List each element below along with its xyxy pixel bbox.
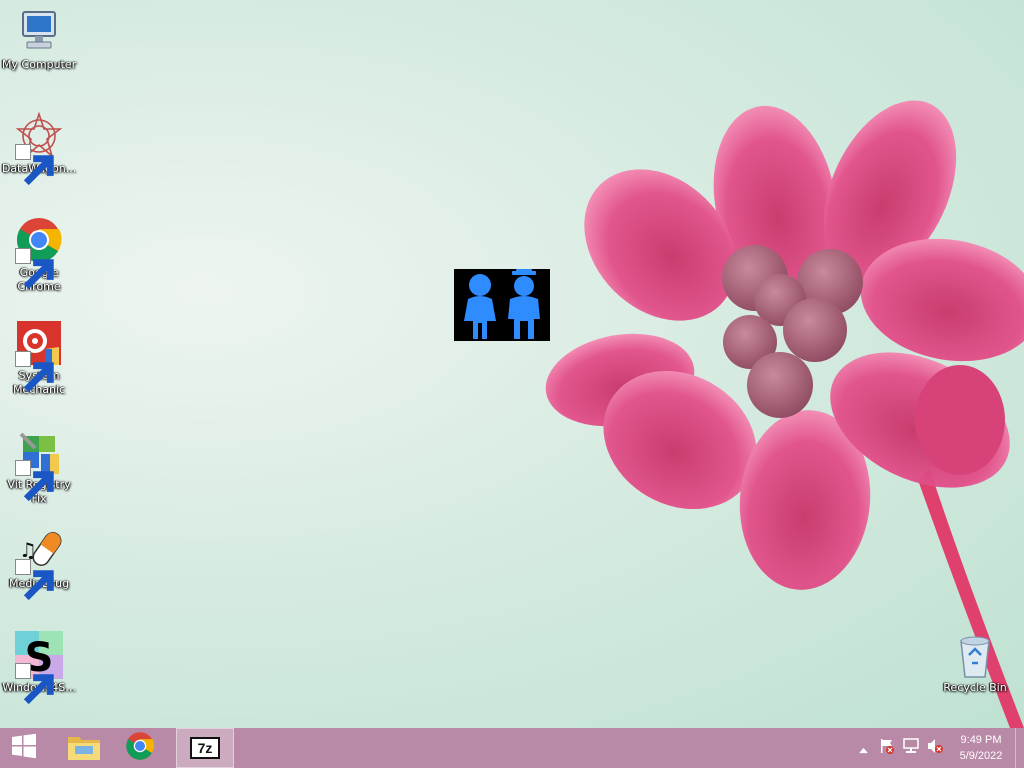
- desktop[interactable]: My Computer DataWagon... Google Chrome S…: [0, 0, 1024, 728]
- mediadrug-icon: ♫: [15, 527, 63, 601]
- taskbar-file-explorer-button[interactable]: [56, 728, 112, 768]
- desktop-icon-vit-registry-fix[interactable]: Vit Registry Fix: [0, 428, 78, 506]
- desktop-icon-recycle-bin[interactable]: Recycle Bin: [936, 631, 1014, 695]
- windows4s-icon: S: [15, 631, 63, 705]
- desktop-icon-google-chrome[interactable]: Google Chrome: [0, 216, 78, 294]
- datawagon-icon: [15, 112, 63, 186]
- computer-icon: [15, 8, 63, 56]
- taskbar-clock[interactable]: 9:49 PM 5/9/2022: [947, 732, 1015, 764]
- desktop-icon-datawagon[interactable]: DataWagon...: [0, 112, 78, 186]
- shortcut-arrow-icon: [15, 663, 54, 705]
- desktop-icon-my-computer[interactable]: My Computer: [0, 8, 78, 72]
- 7zip-icon: 7z: [190, 737, 220, 759]
- shortcut-arrow-icon: [15, 460, 54, 502]
- shortcut-arrow-icon: [15, 248, 54, 290]
- desktop-icon-system-mechanic[interactable]: System Mechanic: [0, 319, 78, 397]
- action-center-flag-icon: [879, 738, 895, 758]
- tray-network[interactable]: [899, 728, 923, 768]
- system-mechanic-icon: [15, 319, 63, 393]
- tray-overflow-button[interactable]: [851, 728, 875, 768]
- file-explorer-icon: [67, 731, 101, 765]
- recycle-bin-icon: [951, 631, 999, 679]
- start-button[interactable]: [0, 728, 48, 768]
- taskbar: 7z 9:49 PM 5/9/2022: [0, 728, 1024, 768]
- volume-muted-icon: [927, 738, 943, 758]
- two-people-logo[interactable]: [454, 269, 550, 341]
- tray-action-center[interactable]: [875, 728, 899, 768]
- tray-volume[interactable]: [923, 728, 947, 768]
- clock-date: 5/9/2022: [959, 750, 1003, 762]
- taskbar-chrome-button[interactable]: [112, 728, 168, 768]
- network-icon: [903, 738, 919, 758]
- shortcut-arrow-icon: [15, 144, 54, 186]
- clock-time: 9:49 PM: [960, 734, 1002, 746]
- chrome-icon: [15, 216, 63, 290]
- desktop-icon-windows4s[interactable]: S Windows4S...: [0, 631, 78, 705]
- taskbar-7zip-button[interactable]: 7z: [176, 728, 234, 768]
- wallpaper-flower: [545, 100, 1024, 728]
- shortcut-arrow-icon: [15, 351, 54, 393]
- vit-registry-fix-icon: [15, 428, 63, 502]
- chrome-icon: [125, 731, 155, 765]
- windows-start-icon: [11, 733, 37, 763]
- system-tray: 9:49 PM 5/9/2022: [851, 728, 1024, 768]
- chevron-up-icon: [858, 739, 868, 758]
- desktop-icon-mediadrug[interactable]: ♫ MediaDrug: [0, 527, 78, 601]
- show-desktop-button[interactable]: [1015, 728, 1024, 768]
- shortcut-arrow-icon: [15, 559, 54, 601]
